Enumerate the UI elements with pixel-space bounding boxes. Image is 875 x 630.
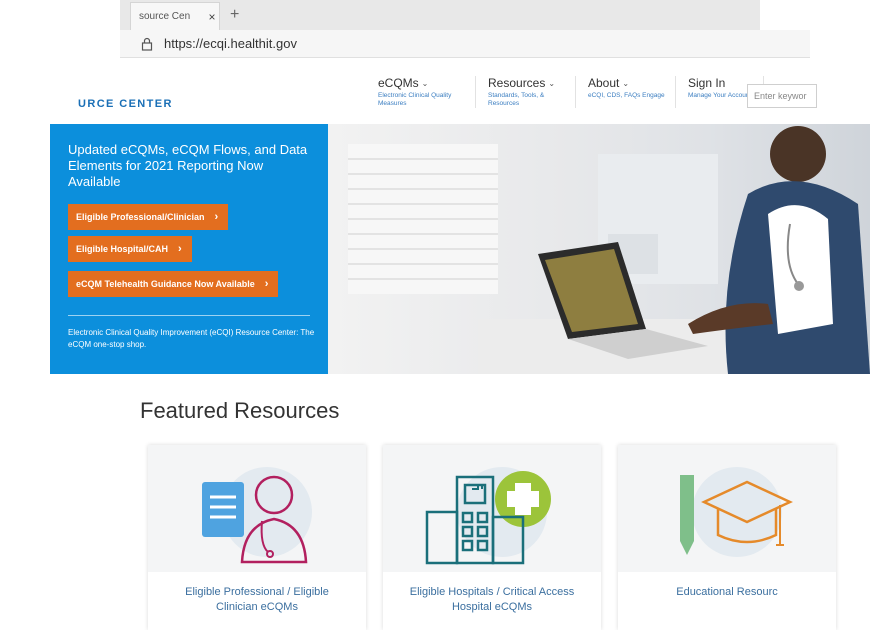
nav-item-about[interactable]: About ⌄ eCQI, CDS, FAQs Engage — [576, 76, 676, 108]
url-text[interactable]: https://ecqi.healthit.gov — [164, 36, 297, 51]
chevron-right-icon: › — [214, 211, 219, 223]
nav-item-label: Sign In — [688, 76, 726, 90]
nav-item-label: eCQMs — [378, 76, 419, 90]
hospital-icon — [425, 467, 551, 565]
featured-resources-heading: Featured Resources — [140, 398, 340, 423]
nav-item-subtitle: Standards, Tools, & Resources — [488, 92, 545, 107]
site-brand[interactable]: URCE CENTER — [78, 98, 173, 110]
nav-item-label: About — [588, 76, 620, 90]
card-image-area — [618, 445, 836, 572]
button-label: Eligible Professional/Clinician — [76, 212, 205, 222]
doctor-icon — [202, 467, 312, 564]
chevron-right-icon: › — [178, 243, 182, 255]
card-label[interactable]: Eligible Hospitals / Critical Access Hos… — [383, 585, 601, 615]
eligible-professional-button[interactable]: Eligible Professional/Clinician › — [68, 204, 229, 230]
hero-panel: Updated eCQMs, eCQM Flows, and Data Elem… — [50, 124, 328, 374]
button-label: eCQM Telehealth Guidance Now Available — [76, 279, 255, 289]
button-label: Eligible Hospital/CAH — [76, 244, 169, 254]
eligible-hospital-button[interactable]: Eligible Hospital/CAH › — [68, 236, 192, 262]
card-image-area — [148, 445, 366, 572]
hero-banner: Updated eCQMs, eCQM Flows, and Data Elem… — [50, 124, 870, 374]
card-label[interactable]: Educational Resourc — [618, 585, 836, 600]
browser-tab[interactable]: source Cen × — [130, 2, 220, 30]
divider — [68, 315, 310, 316]
hero-illustration — [348, 126, 870, 374]
graduation-cap-icon — [680, 467, 793, 557]
nav-item-subtitle: Electronic Clinical Quality Measures — [378, 92, 452, 107]
chevron-down-icon: ⌄ — [622, 78, 630, 88]
address-bar[interactable]: https://ecqi.healthit.gov — [120, 30, 810, 58]
nav-item-resources[interactable]: Resources ⌄ Standards, Tools, & Resources — [476, 76, 576, 108]
main-nav: eCQMs ⌄ Electronic Clinical Quality Measu… — [378, 76, 764, 108]
nav-item-subtitle: eCQI, CDS, FAQs Engage — [588, 92, 665, 99]
card-image-area — [383, 445, 601, 572]
hero-photo-doctor-laptop — [328, 124, 870, 374]
chevron-right-icon: › — [264, 278, 269, 290]
lock-icon — [141, 37, 153, 51]
hero-title[interactable]: Updated eCQMs, eCQM Flows, and Data Elem… — [68, 142, 318, 190]
nav-item-label: Resources — [488, 76, 546, 90]
card-label[interactable]: Eligible Professional / Eligible Clinici… — [148, 585, 366, 615]
card-educational-resources[interactable]: Educational Resourc — [618, 445, 836, 630]
nav-item-ecqms[interactable]: eCQMs ⌄ Electronic Clinical Quality Measu… — [378, 76, 476, 108]
new-tab-icon[interactable]: + — [230, 6, 239, 24]
telehealth-guidance-button[interactable]: eCQM Telehealth Guidance Now Available › — [68, 271, 279, 297]
chevron-down-icon: ⌄ — [421, 78, 429, 88]
hero-tagline: Electronic Clinical Quality Improvement … — [68, 328, 315, 349]
browser-tab-bar: source Cen × + — [120, 0, 760, 30]
card-eligible-hospitals[interactable]: Eligible Hospitals / Critical Access Hos… — [383, 445, 601, 630]
chevron-down-icon: ⌄ — [548, 78, 556, 88]
close-tab-icon[interactable]: × — [205, 10, 219, 24]
card-eligible-professional[interactable]: Eligible Professional / Eligible Clinici… — [148, 445, 366, 630]
search-input[interactable]: Enter keywor — [747, 84, 817, 108]
browser-tab-title: source Cen — [139, 11, 191, 22]
